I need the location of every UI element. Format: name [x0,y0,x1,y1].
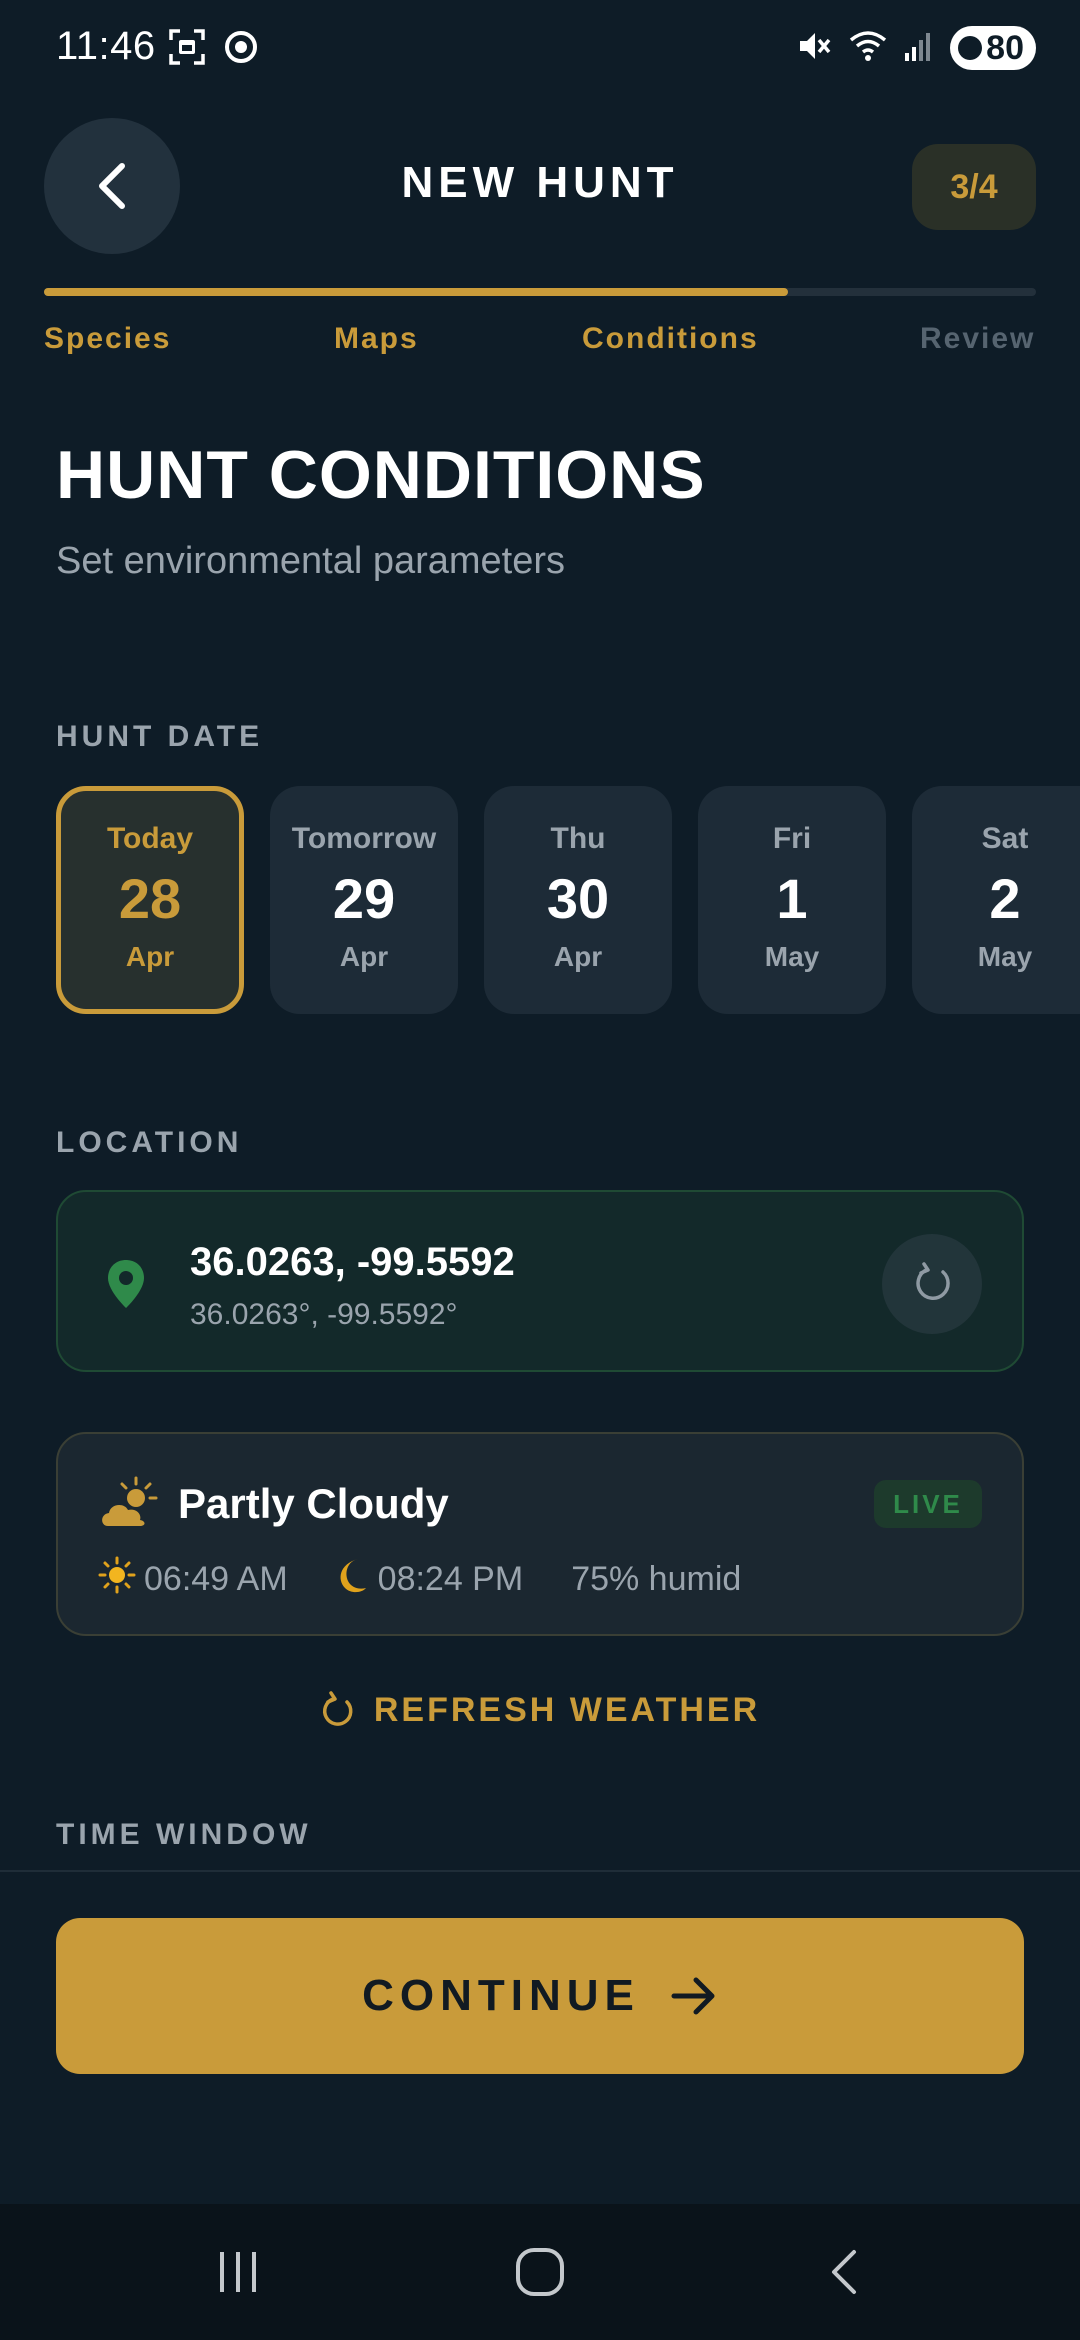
date-number: 2 [989,867,1021,930]
system-nav-bar [0,2204,1080,2340]
sunrise-icon [98,1556,136,1603]
continue-button[interactable]: CONTINUE [56,1918,1024,2074]
continue-label: CONTINUE [362,1971,640,2020]
refresh-weather-button[interactable]: REFRESH WEATHER [0,1690,1080,1730]
date-month: Apr [553,941,603,972]
progress-fill [44,288,788,296]
location-card[interactable]: 36.0263, -99.5592 36.0263°, -99.5592° [56,1190,1024,1372]
page-subtitle: Set environmental parameters [56,540,566,582]
mute-icon [796,28,832,69]
refresh-weather-label: REFRESH WEATHER [373,1690,761,1729]
date-month: May [977,941,1033,972]
live-badge: LIVE [874,1480,982,1528]
step-species[interactable]: Species [44,322,171,356]
location-coordinates: 36.0263, -99.5592 [190,1240,515,1284]
time-window-label: TIME WINDOW [56,1818,312,1851]
hunt-date-label: HUNT DATE [56,720,264,753]
step-review[interactable]: Review [920,322,1035,356]
system-back-icon[interactable] [826,2248,862,2301]
date-month: Apr [339,941,389,972]
step-maps[interactable]: Maps [334,322,419,356]
refresh-icon [916,1262,950,1300]
status-left-icons [168,28,258,71]
weather-condition: Partly Cloudy [178,1480,449,1527]
recent-apps-icon[interactable] [216,2248,260,2301]
date-number: 1 [776,867,808,930]
date-day: Fri [772,822,812,855]
location-coordinates-degrees: 36.0263°, -99.5592° [190,1298,458,1331]
screenshot-icon [168,28,206,71]
date-month: Apr [125,941,175,972]
date-card-fri[interactable]: Fri 1 May [698,786,886,1014]
arrow-right-icon [671,1977,715,2015]
date-card-sat[interactable]: Sat 2 May [912,786,1080,1014]
progress-bar [44,288,1036,296]
step-conditions[interactable]: Conditions [582,322,759,356]
status-right: 80 [796,26,1036,70]
date-month: May [764,941,820,972]
partly-cloudy-icon [98,1476,158,1537]
date-day: Sat [981,822,1029,855]
refresh-icon [322,1691,353,1726]
battery-indicator: 80 [950,26,1036,70]
weather-card: Partly Cloudy LIVE 06:49 AM 08:24 PM 75%… [56,1432,1024,1636]
battery-level: 80 [986,28,1024,67]
date-day: Tomorrow [291,822,437,855]
page-title: HUNT CONDITIONS [56,437,706,513]
battery-saver-icon [958,36,983,60]
weather-details: 06:49 AM 08:24 PM 75% humid [98,1556,741,1603]
moon-icon [336,1556,370,1603]
sunrise-time: 06:49 AM [144,1560,288,1598]
wifi-icon [848,28,888,69]
step-badge: 3/4 [912,144,1036,230]
home-icon[interactable] [514,2246,566,2303]
date-day: Today [106,822,194,855]
date-card-today[interactable]: Today 28 Apr [56,786,244,1014]
date-number: 29 [332,867,396,930]
location-refresh-button[interactable] [882,1234,982,1334]
date-card-thu[interactable]: Thu 30 Apr [484,786,672,1014]
footer-divider [0,1870,1080,1872]
date-number: 30 [546,867,610,930]
signal-icon [904,29,934,68]
map-pin-icon [106,1258,146,1315]
date-number: 28 [118,867,182,930]
location-label: LOCATION [56,1126,243,1159]
circle-status-icon [224,30,258,69]
humidity: 75% humid [571,1560,742,1598]
date-day: Thu [550,822,606,855]
status-time: 11:46 [56,24,156,68]
date-card-tomorrow[interactable]: Tomorrow 29 Apr [270,786,458,1014]
sunset-time: 08:24 PM [377,1560,524,1598]
